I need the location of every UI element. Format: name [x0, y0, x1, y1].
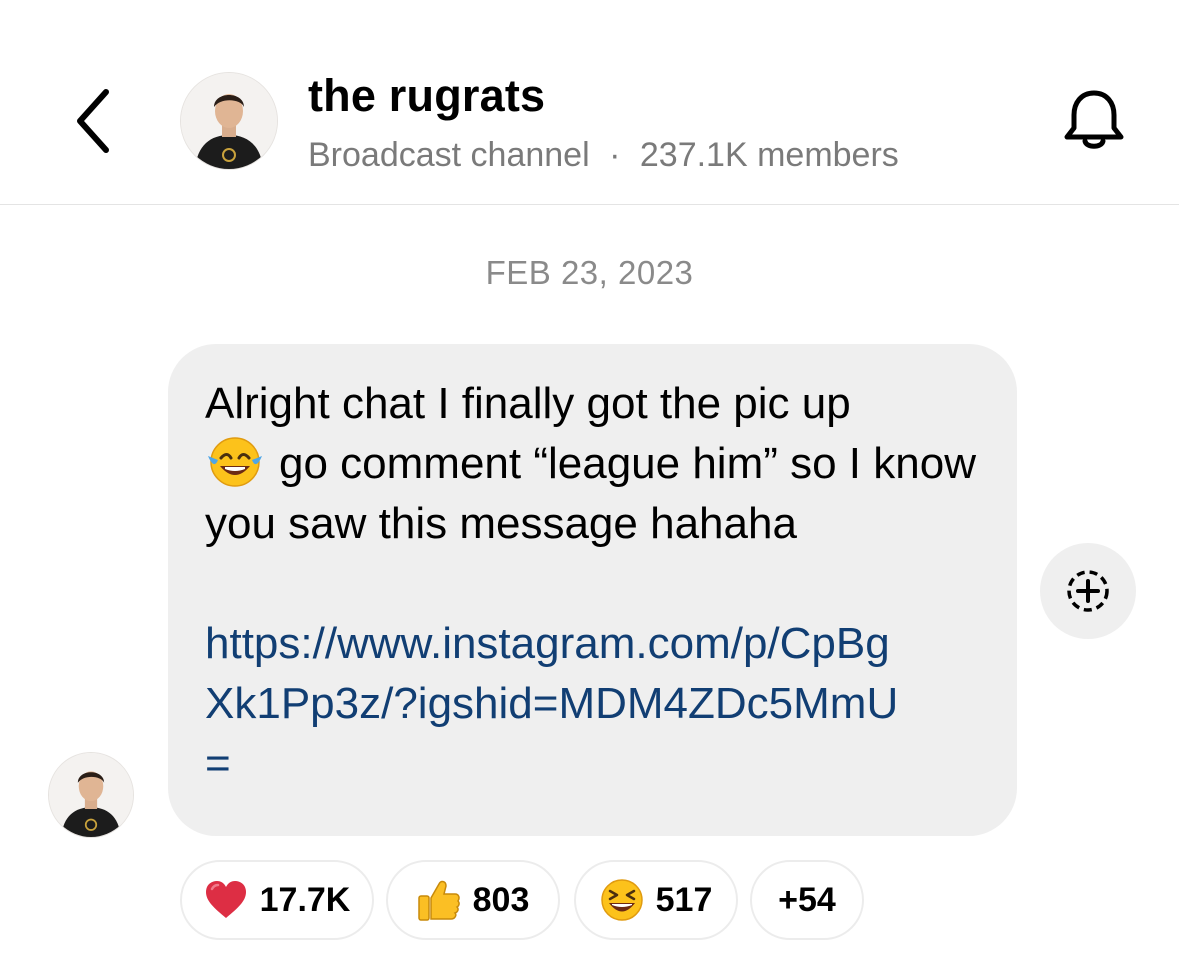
- channel-avatar[interactable]: [180, 72, 278, 170]
- reaction-thumbs-up[interactable]: 803: [386, 860, 560, 940]
- heart-icon: [205, 881, 246, 918]
- date-separator: FEB 23, 2023: [485, 254, 694, 291]
- sender-avatar[interactable]: [48, 752, 134, 838]
- channel-header: the rugrats Broadcast channel · 237.1K m…: [0, 0, 1179, 205]
- message-line-2: go comment “league him” so I know you sa…: [205, 439, 976, 548]
- reaction-heart[interactable]: 17.7K: [180, 860, 374, 940]
- channel-subtitle: Broadcast channel · 237.1K members: [308, 136, 899, 175]
- grinning-squinting-face-icon: [600, 879, 643, 921]
- message-text: Alright chat I finally got the pic up go…: [205, 374, 985, 554]
- reaction-count: 517: [655, 880, 713, 919]
- back-button[interactable]: [70, 86, 120, 156]
- message-line-1: Alright chat I finally got the pic up: [205, 379, 851, 428]
- post-link[interactable]: https://www.instagram.com/p/CpBgXk1Pp3z/…: [205, 614, 905, 794]
- message-bubble[interactable]: Alright chat I finally got the pic up go…: [168, 344, 1017, 836]
- reaction-count: 17.7K: [259, 880, 351, 919]
- member-count: 237.1K members: [639, 136, 899, 174]
- add-reaction-icon: [1067, 570, 1109, 612]
- bell-icon: [1064, 90, 1124, 149]
- channel-title[interactable]: the rugrats: [308, 70, 545, 122]
- avatar-image: [181, 73, 277, 169]
- reaction-grinning-squinting[interactable]: 517: [574, 860, 738, 940]
- reaction-more-count: +54: [778, 880, 836, 919]
- add-reaction-button[interactable]: [1040, 543, 1136, 639]
- channel-type: Broadcast channel: [308, 136, 590, 174]
- avatar-image: [49, 753, 133, 837]
- subtitle-separator: ·: [609, 136, 621, 174]
- notifications-button[interactable]: [1058, 85, 1130, 157]
- chevron-left-icon: [77, 89, 109, 153]
- reaction-count: 803: [472, 880, 530, 919]
- tears-of-joy-emoji-icon: [208, 437, 262, 487]
- thumbs-up-icon: [417, 880, 460, 921]
- reaction-more[interactable]: +54: [750, 860, 864, 940]
